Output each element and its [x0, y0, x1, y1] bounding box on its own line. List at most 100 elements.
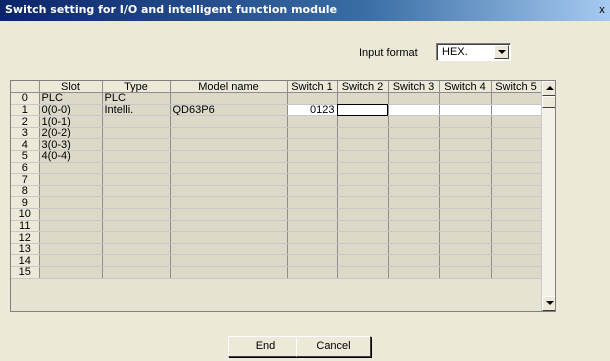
slot-cell[interactable]: [39, 208, 103, 221]
close-icon[interactable]: x: [595, 3, 609, 17]
switch-5-cell[interactable]: [491, 162, 542, 175]
type-cell[interactable]: [102, 173, 171, 186]
switch-5-cell[interactable]: [491, 266, 542, 279]
switch-1-cell[interactable]: [287, 220, 338, 233]
switch-5-cell[interactable]: [491, 220, 542, 233]
switch-1-cell[interactable]: [287, 254, 338, 267]
switch-4-cell[interactable]: [439, 185, 492, 198]
table-row[interactable]: 6: [11, 162, 542, 175]
switch-2-cell[interactable]: [337, 243, 389, 256]
end-button[interactable]: End: [228, 336, 303, 357]
switch-3-cell[interactable]: [388, 243, 440, 256]
switch-3-cell[interactable]: [388, 254, 440, 267]
switch-5-cell[interactable]: [491, 115, 542, 128]
table-row[interactable]: 13: [11, 243, 542, 256]
type-cell[interactable]: [102, 254, 171, 267]
switch-4-cell[interactable]: [439, 254, 492, 267]
type-cell[interactable]: [102, 231, 171, 244]
type-cell[interactable]: [102, 243, 171, 256]
switch-1-cell[interactable]: [287, 231, 338, 244]
model-name-cell[interactable]: [170, 196, 288, 210]
switch-2-cell[interactable]: [337, 127, 389, 140]
slot-cell[interactable]: 0(0-0): [39, 104, 103, 117]
switch-5-cell[interactable]: [491, 173, 542, 186]
table-row[interactable]: 5 4(0-4): [11, 150, 542, 163]
model-name-cell[interactable]: [170, 173, 288, 186]
slot-cell[interactable]: [39, 266, 103, 279]
switch-1-cell[interactable]: [287, 185, 338, 198]
table-row[interactable]: 4 3(0-3): [11, 138, 542, 152]
switch-3-cell[interactable]: [388, 173, 440, 186]
switch-4-cell[interactable]: [439, 92, 492, 105]
switch-2-cell[interactable]: [337, 231, 389, 244]
switch-3-cell[interactable]: [388, 115, 440, 128]
switch-2-cell[interactable]: [337, 254, 389, 267]
type-cell[interactable]: [102, 150, 171, 163]
switch-3-cell[interactable]: [388, 138, 440, 152]
chevron-down-icon[interactable]: [494, 45, 509, 59]
table-row[interactable]: 2 1(0-1): [11, 115, 542, 128]
switch-5-cell[interactable]: [491, 127, 542, 140]
model-name-cell[interactable]: [170, 254, 288, 267]
slot-cell[interactable]: [39, 220, 103, 233]
type-cell[interactable]: Intelli.: [102, 104, 171, 117]
slot-cell[interactable]: 2(0-2): [39, 127, 103, 140]
switch-1-cell[interactable]: [287, 173, 338, 186]
switch-3-cell[interactable]: [388, 104, 440, 117]
scroll-thumb[interactable]: [542, 96, 555, 108]
switch-4-cell[interactable]: [439, 138, 492, 152]
switch-3-cell[interactable]: [388, 266, 440, 279]
type-cell[interactable]: [102, 266, 171, 279]
table-row[interactable]: 7: [11, 173, 542, 186]
table-row[interactable]: 14: [11, 254, 542, 267]
switch-4-cell[interactable]: [439, 173, 492, 186]
model-name-cell[interactable]: QD63P6: [170, 104, 288, 117]
switch-1-cell[interactable]: [287, 150, 338, 163]
slot-cell[interactable]: [39, 162, 103, 175]
table-row[interactable]: 11: [11, 220, 542, 233]
slot-cell[interactable]: [39, 185, 103, 198]
model-name-cell[interactable]: [170, 92, 288, 105]
switch-2-cell[interactable]: [337, 150, 389, 163]
slot-cell[interactable]: 1(0-1): [39, 115, 103, 128]
table-row[interactable]: 15: [11, 266, 542, 279]
switch-1-cell[interactable]: 0123: [287, 104, 338, 117]
model-name-cell[interactable]: [170, 208, 288, 221]
cancel-button[interactable]: Cancel: [296, 336, 371, 357]
switch-4-cell[interactable]: [439, 266, 492, 279]
input-format-select[interactable]: HEX.: [436, 43, 511, 61]
switch-5-cell[interactable]: [491, 231, 542, 244]
switch-3-cell[interactable]: [388, 150, 440, 163]
type-cell[interactable]: [102, 220, 171, 233]
switch-5-cell[interactable]: [491, 196, 542, 210]
slot-cell[interactable]: [39, 231, 103, 244]
switch-4-cell[interactable]: [439, 231, 492, 244]
scroll-down-icon[interactable]: [542, 296, 555, 311]
switch-1-cell[interactable]: [287, 208, 338, 221]
type-cell[interactable]: [102, 162, 171, 175]
switch-3-cell[interactable]: [388, 185, 440, 198]
switch-5-cell[interactable]: [491, 185, 542, 198]
switch-3-cell[interactable]: [388, 231, 440, 244]
slot-cell[interactable]: [39, 254, 103, 267]
switch-5-cell[interactable]: [491, 254, 542, 267]
switch-3-cell[interactable]: [388, 208, 440, 221]
switch-3-cell[interactable]: [388, 127, 440, 140]
switch-1-cell[interactable]: [287, 138, 338, 152]
table-row[interactable]: 12: [11, 231, 542, 244]
slot-cell[interactable]: [39, 196, 103, 210]
switch-4-cell[interactable]: [439, 220, 492, 233]
slot-cell[interactable]: [39, 243, 103, 256]
model-name-cell[interactable]: [170, 162, 288, 175]
vertical-scrollbar[interactable]: [541, 81, 555, 311]
switch-5-cell[interactable]: [491, 92, 542, 105]
type-cell[interactable]: [102, 208, 171, 221]
switch-2-cell[interactable]: [337, 196, 389, 210]
table-row[interactable]: 3 2(0-2): [11, 127, 542, 140]
type-cell[interactable]: [102, 115, 171, 128]
switch-4-cell[interactable]: [439, 104, 492, 117]
switch-5-cell[interactable]: [491, 138, 542, 152]
slot-cell[interactable]: [39, 173, 103, 186]
table-row[interactable]: 0 PLC PLC: [11, 92, 542, 105]
switch-2-cell[interactable]: [337, 173, 389, 186]
